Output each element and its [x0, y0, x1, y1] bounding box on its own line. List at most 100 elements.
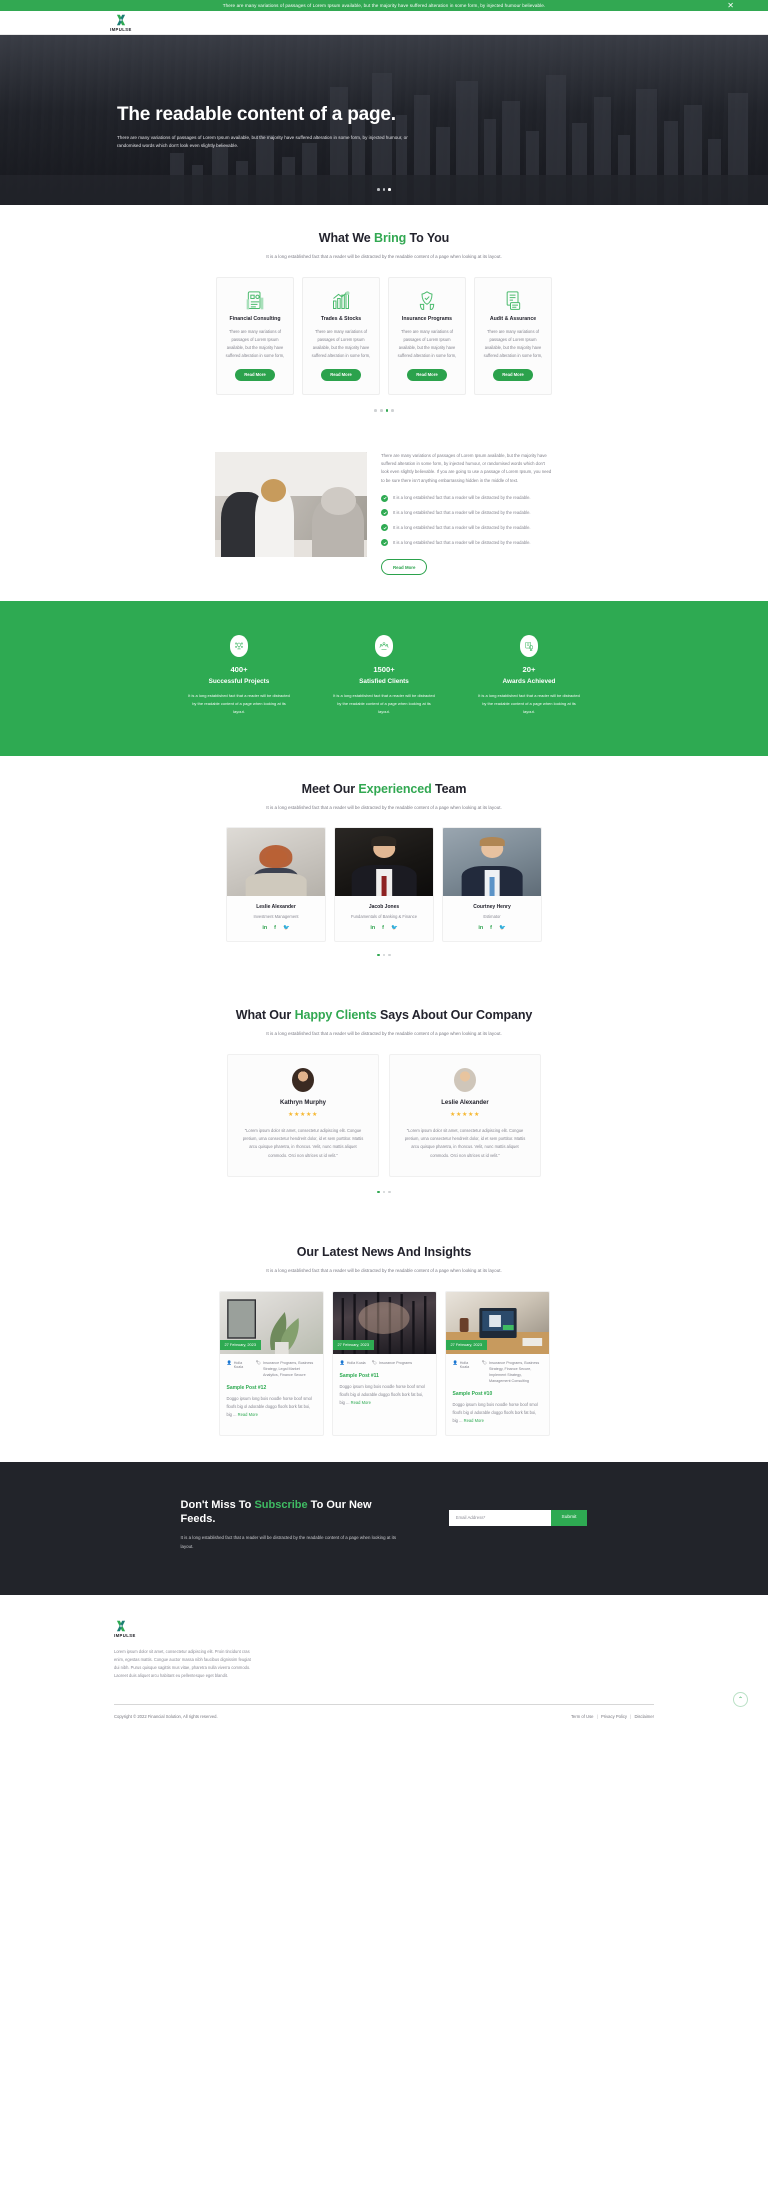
team-dot-3[interactable]	[388, 953, 391, 957]
team-member-photo	[227, 828, 325, 897]
people-group-icon	[375, 635, 393, 658]
service-read-more-button[interactable]: Read More	[407, 368, 447, 381]
testimonial-card: Kathryn Murphy ★★★★★ "Lorem ipsum dolor …	[227, 1053, 379, 1177]
footer-link-separator: |	[630, 1714, 632, 1720]
team-dot-2[interactable]	[382, 953, 386, 957]
services-dot-4[interactable]	[391, 409, 394, 412]
blog-meta: 👤 Holla Koala 🏷 Insurance Programs	[340, 1359, 429, 1367]
service-read-more-button[interactable]: Read More	[235, 368, 275, 381]
team-member-photo	[443, 828, 541, 897]
service-read-more-button[interactable]: Read More	[321, 368, 361, 381]
hero-dot-2[interactable]	[382, 188, 386, 191]
email-field[interactable]	[448, 1509, 551, 1526]
stat-item: 20+ Awards Achieved It is a long establi…	[477, 635, 582, 715]
testimonials-dot-1[interactable]	[377, 1190, 380, 1194]
services-carousel-dots[interactable]	[0, 409, 768, 412]
footer-content: IMPULSE Lorem ipsum dolor sit amet, cons…	[114, 1619, 654, 1733]
service-card-text: There are many variations of passages of…	[225, 328, 285, 358]
about-read-more-button[interactable]: Read More	[381, 559, 428, 576]
hero-carousel-dots[interactable]	[0, 188, 768, 191]
blog-read-more-link[interactable]: Read More	[464, 1418, 484, 1423]
stats-section: 400+ Successful Projects It is a long es…	[0, 601, 768, 756]
check-circle-icon	[381, 524, 388, 532]
service-card[interactable]: Trades & Stocks There are many variation…	[302, 276, 380, 396]
hero-title: The readable content of a page.	[117, 104, 396, 125]
about-check-text: It is a long established fact that a rea…	[393, 495, 531, 501]
team-social-links[interactable]: in f 🐦	[335, 925, 433, 931]
twitter-icon[interactable]: 🐦	[391, 925, 398, 931]
service-card[interactable]: Financial Consulting There are many vari…	[216, 276, 294, 396]
service-read-more-button[interactable]: Read More	[493, 368, 533, 381]
facebook-icon[interactable]: f	[490, 925, 492, 931]
blog-post-title[interactable]: Sample Post #12	[227, 1385, 316, 1391]
copyright-text: Copyright © 2022 Financial Solution, All…	[114, 1714, 218, 1720]
submit-button[interactable]: Submit	[550, 1509, 588, 1526]
close-icon[interactable]: ✕	[727, 1, 734, 10]
testimonial-author: Kathryn Murphy	[279, 1099, 326, 1106]
team-member-role: Estimator	[483, 914, 501, 920]
team-card[interactable]: Leslie Alexander Investment Management i…	[226, 827, 326, 942]
newsletter-form: Submit	[448, 1509, 588, 1526]
blog-post-title[interactable]: Sample Post #11	[340, 1373, 429, 1379]
brand-logo[interactable]: IMPULSE	[110, 13, 132, 32]
tag-icon: 🏷	[371, 1359, 377, 1365]
twitter-icon[interactable]: 🐦	[499, 925, 506, 931]
twitter-icon[interactable]: 🐦	[283, 925, 290, 931]
services-dot-3[interactable]	[385, 409, 389, 412]
service-card[interactable]: Insurance Programs There are many variat…	[388, 276, 466, 396]
scroll-to-top-button[interactable]: ⌃	[733, 1692, 748, 1708]
linkedin-icon[interactable]: in	[370, 925, 375, 931]
team-member-role: Investment Management	[253, 914, 299, 920]
services-dot-1[interactable]	[374, 409, 377, 412]
footer-link-terms[interactable]: Term of Use	[571, 1714, 594, 1719]
stat-label: Awards Achieved	[502, 678, 556, 686]
team-card[interactable]: Jacob Jones Fundamentals of Banking & Fi…	[334, 827, 434, 942]
footer-link-privacy[interactable]: Privacy Policy	[601, 1714, 627, 1719]
stat-description: It is a long established fact that a rea…	[333, 693, 435, 714]
testimonials-dot-3[interactable]	[388, 1190, 391, 1194]
services-dot-2[interactable]	[379, 409, 383, 412]
facebook-icon[interactable]: f	[382, 925, 384, 931]
blog-read-more-link[interactable]: Read More	[351, 1400, 371, 1405]
testimonials-dot-2[interactable]	[382, 1190, 386, 1194]
blog-read-more-link[interactable]: Read More	[238, 1412, 258, 1417]
linkedin-icon[interactable]: in	[478, 925, 483, 931]
footer-link-disclaimer[interactable]: Disclaimer	[634, 1714, 654, 1719]
blog-post-excerpt: Doggo ipsum long bois noodle horse boof …	[340, 1383, 429, 1407]
blog-card[interactable]: 27 February, 2023 👤 Holla Koala 🏷 Insura…	[331, 1290, 437, 1436]
blog-thumbnail: 27 February, 2023	[332, 1291, 436, 1354]
newsletter-title-highlight: Subscribe	[254, 1498, 308, 1511]
footer-brand-logo[interactable]: IMPULSE	[114, 1619, 654, 1638]
services-subtitle: It is a long established fact that a rea…	[266, 254, 502, 259]
blog-date-badge: 27 February, 2023	[332, 1339, 375, 1350]
blog-card[interactable]: 27 February, 2023 👤 Holla Koala 🏷 Insura…	[444, 1290, 550, 1436]
team-social-links[interactable]: in f 🐦	[443, 925, 541, 931]
hero-dot-3[interactable]	[388, 188, 391, 191]
team-card[interactable]: Courtney Henry Estimator in f 🐦	[442, 827, 542, 942]
team-social-links[interactable]: in f 🐦	[227, 925, 325, 931]
testimonials-subtitle: It is a long established fact that a rea…	[266, 1031, 502, 1037]
team-carousel-dots[interactable]	[0, 953, 768, 957]
site-header: IMPULSE	[0, 11, 768, 35]
avatar	[454, 1067, 476, 1092]
blog-card[interactable]: 27 February, 2023 👤 Holla Koala 🏷 Insura…	[218, 1290, 324, 1436]
impulse-mark-icon	[116, 14, 125, 25]
stat-label: Successful Projects	[208, 678, 270, 686]
site-footer: IMPULSE Lorem ipsum dolor sit amet, cons…	[0, 1594, 768, 1734]
blog-meta: 👤 Holla Koala 🏷 Insurance Programs, Busi…	[453, 1360, 542, 1385]
testimonials-carousel-dots[interactable]	[0, 1190, 768, 1194]
blog-date-badge: 27 February, 2023	[445, 1339, 488, 1350]
service-card[interactable]: Audit & Assurance There are many variati…	[474, 276, 552, 396]
team-section: Meet Our Experienced Team It is a long e…	[0, 755, 768, 983]
team-dot-1[interactable]	[377, 953, 380, 957]
linkedin-icon[interactable]: in	[262, 925, 267, 931]
facebook-icon[interactable]: f	[274, 925, 276, 931]
newsletter-section: Don't Miss To Subscribe To Our New Feeds…	[0, 1461, 768, 1595]
blog-post-title[interactable]: Sample Post #10	[453, 1391, 542, 1397]
blog-meta: 👤 Holla Koala 🏷 Insurance Programs, Busi…	[227, 1360, 316, 1379]
impulse-mark-icon	[116, 1620, 126, 1632]
avatar	[292, 1067, 314, 1092]
about-check-text: It is a long established fact that a rea…	[393, 524, 531, 530]
hero-dot-1[interactable]	[377, 188, 380, 191]
about-check-item: It is a long established fact that a rea…	[381, 509, 553, 517]
